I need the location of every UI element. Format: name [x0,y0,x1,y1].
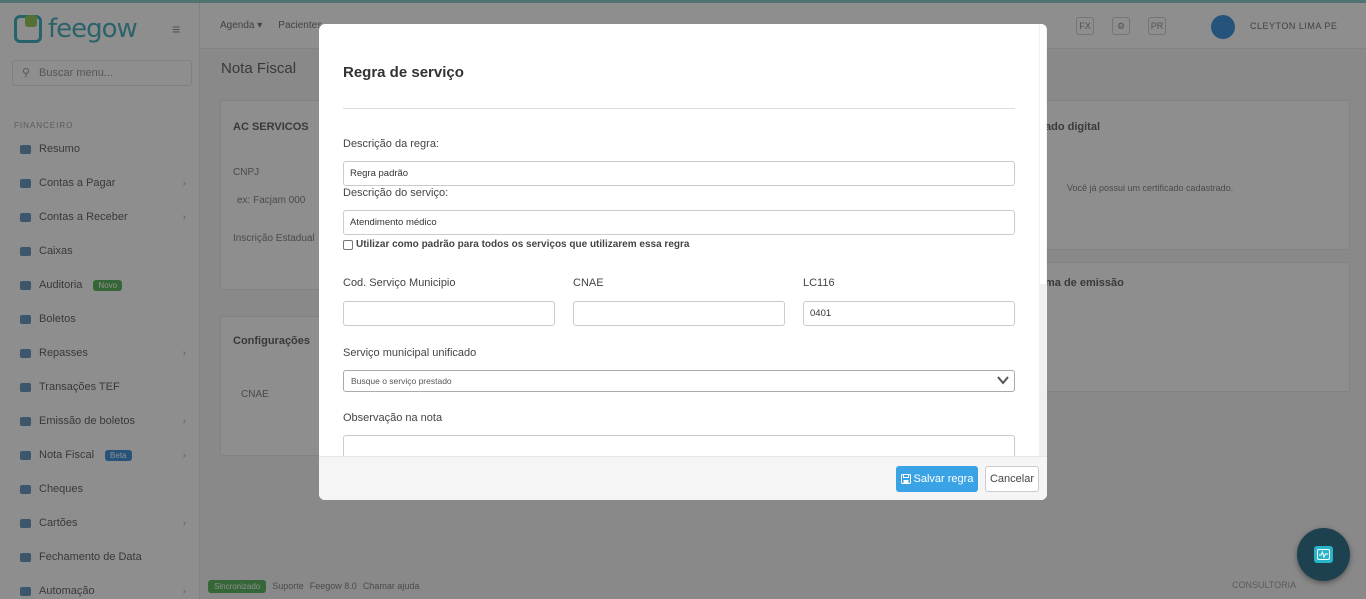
modal-scrollbar-thumb[interactable] [1040,24,1046,284]
note-textarea[interactable] [343,435,1015,456]
modal-footer: Salvar regra Cancelar [319,456,1047,500]
default-rule-checkbox[interactable] [343,239,353,250]
service-description-label: Descrição do serviço: [343,187,449,199]
municipal-code-label: Cod. Serviço Municipio [343,277,456,289]
cnae-label: CNAE [573,277,604,289]
municipal-code-input[interactable] [343,301,555,326]
save-icon [900,474,911,484]
modal-body: Regra de serviço Descrição da regra: Des… [319,24,1039,456]
rule-description-input[interactable] [343,161,1015,186]
note-label: Observação na nota [343,412,443,424]
chevron-down-icon [997,376,1009,385]
modal-title: Regra de serviço [343,64,464,81]
default-rule-checkbox-row[interactable]: Utilizar como padrão para todos os servi… [343,239,689,250]
rule-description-label: Descrição da regra: [343,138,439,150]
unified-service-label: Serviço municipal unificado [343,347,477,359]
chat-icon [1314,546,1333,563]
default-rule-checkbox-label[interactable]: Utilizar como padrão para todos os servi… [356,239,689,250]
service-rule-modal: Regra de serviço Descrição da regra: Des… [319,24,1047,500]
modal-scrollbar[interactable] [1039,24,1047,456]
service-description-input[interactable] [343,210,1015,235]
modal-divider [343,108,1015,109]
cnae-input[interactable] [573,301,785,326]
save-rule-button[interactable]: Salvar regra [896,466,978,492]
unified-service-placeholder: Busque o serviço prestado [351,376,452,386]
lc116-input[interactable] [803,301,1015,326]
lc116-label: LC116 [803,277,835,289]
unified-service-select[interactable]: Busque o serviço prestado [343,370,1015,392]
chat-button[interactable] [1297,528,1350,581]
save-rule-button-label: Salvar regra [913,473,974,485]
cancel-button[interactable]: Cancelar [985,466,1039,492]
